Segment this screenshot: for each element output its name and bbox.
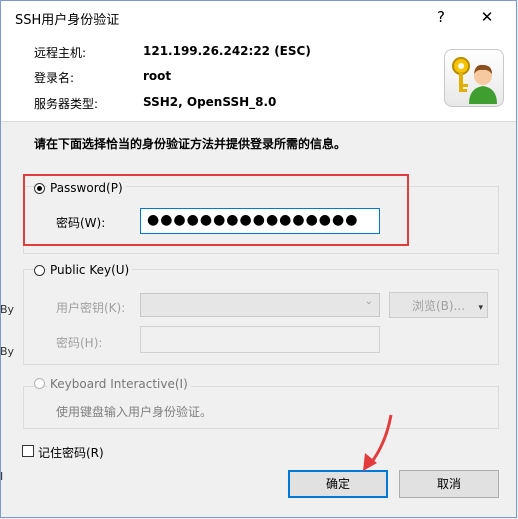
public-key-radio[interactable] — [34, 265, 45, 276]
passphrase-label: 密码(H): — [56, 336, 103, 350]
title-bar: SSH用户身份验证 ? ✕ — [1, 1, 516, 33]
browse-button-label: 浏览(B)... — [411, 299, 466, 313]
user-key-select[interactable]: ⌄ — [140, 293, 380, 317]
annotation-arrow-icon — [363, 414, 393, 471]
background-glyph: I — [0, 470, 4, 483]
user-key-label: 用户密钥(K): — [56, 301, 126, 315]
server-type-label: 服务器类型: — [34, 97, 99, 111]
keyboard-interactive-option-label[interactable]: Keyboard Interactive(I) — [47, 377, 191, 391]
dropdown-arrow-icon: ▾ — [478, 303, 483, 313]
login-name-label: 登录名: — [34, 71, 75, 85]
chevron-down-icon: ⌄ — [364, 296, 373, 307]
connection-info-panel: 远程主机: 121.199.26.242:22 (ESC) 登录名: root … — [1, 33, 516, 122]
close-button[interactable]: ✕ — [467, 1, 507, 33]
keyboard-interactive-description: 使用键盘输入用户身份验证。 — [56, 405, 213, 419]
remote-host-value: 121.199.26.242:22 (ESC) — [143, 44, 311, 58]
browse-button[interactable]: 浏览(B)... ▾ — [389, 292, 488, 318]
server-type-value: SSH2, OpenSSH_8.0 — [143, 95, 277, 109]
instruction-text: 请在下面选择恰当的身份验证方法并提供登录所需的信息。 — [34, 137, 347, 151]
login-name-value: root — [143, 69, 172, 83]
keyboard-interactive-radio[interactable] — [34, 378, 45, 389]
cancel-button[interactable]: 取消 — [399, 470, 499, 498]
background-glyph: By — [0, 303, 15, 316]
public-key-option-label[interactable]: Public Key(U) — [47, 263, 133, 277]
user-key-icon — [444, 49, 504, 107]
remember-password-label[interactable]: 记住密码(R) — [38, 444, 104, 461]
passphrase-input[interactable] — [140, 326, 380, 353]
highlight-box — [23, 174, 409, 246]
remote-host-label: 远程主机: — [34, 46, 87, 60]
window-title: SSH用户身份验证 — [15, 13, 120, 28]
help-button[interactable]: ? — [421, 1, 461, 33]
ssh-auth-dialog: SSH用户身份验证 ? ✕ 远程主机: 121.199.26.242:22 (E… — [0, 0, 517, 518]
background-glyph: By — [0, 345, 15, 358]
remember-password-checkbox[interactable] — [22, 445, 34, 457]
